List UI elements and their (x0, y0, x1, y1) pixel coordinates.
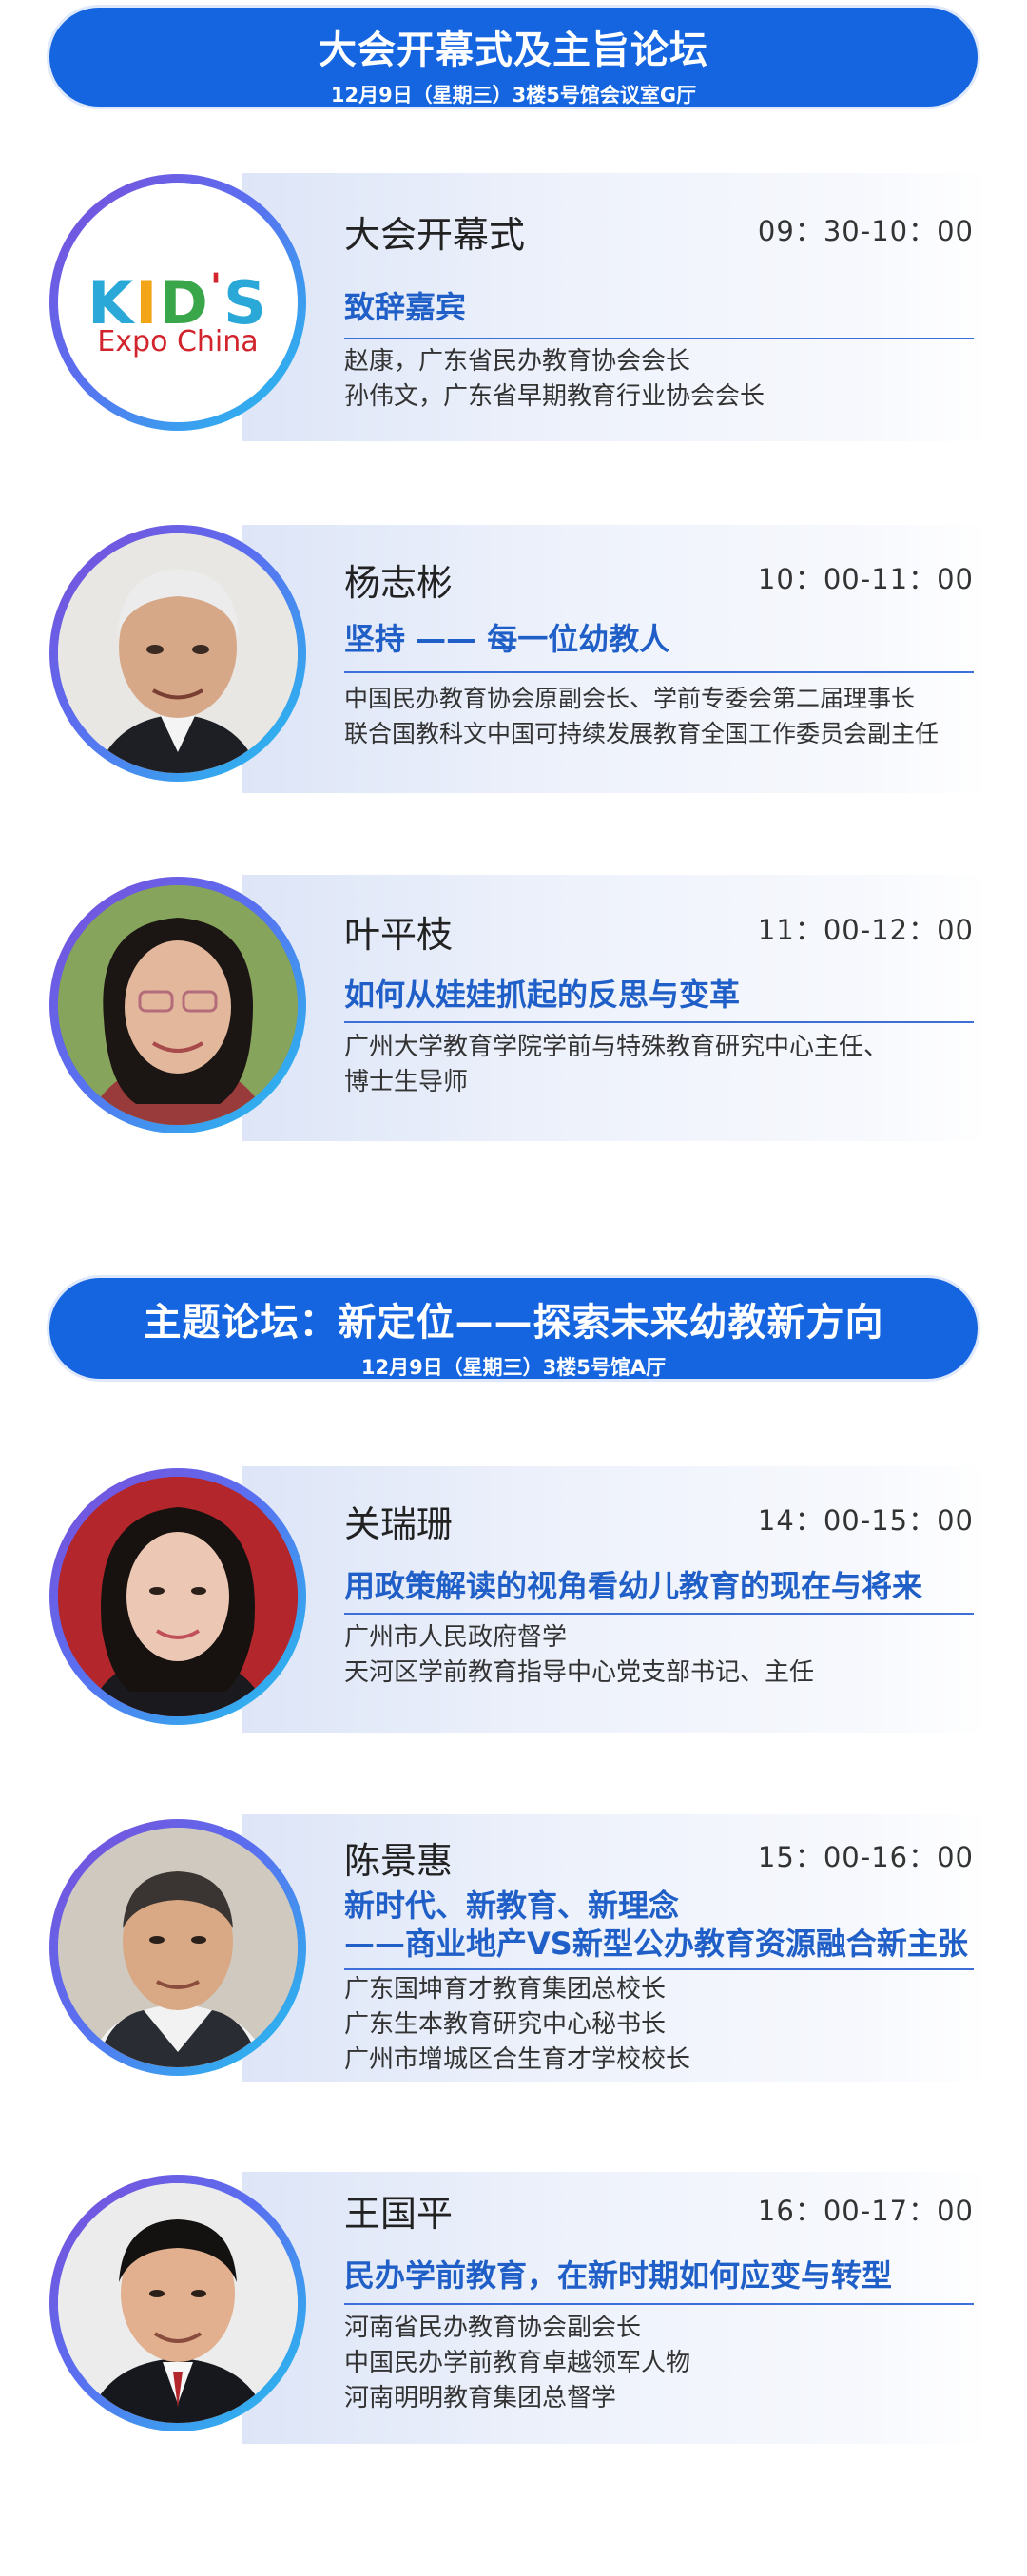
session-time: 09：30-10：00 (757, 215, 974, 247)
divider (344, 671, 974, 673)
banner-subtitle: 12月9日（星期三）3楼5号馆会议室G厅 (330, 84, 697, 107)
banner-subtitle: 12月9日（星期三）3楼5号馆A厅 (360, 1356, 667, 1379)
speaker-photo-avatar (49, 877, 306, 1133)
kids-expo-china-logo: KID'S Expo China (58, 183, 298, 422)
session-topic: 新时代、新教育、新理念 ——商业地产VS新型公办教育资源融合新主张 (344, 1888, 968, 1962)
session-time: 11：00-12：00 (757, 914, 974, 946)
session-topic: 用政策解读的视角看幼儿教育的现在与将来 (344, 1568, 923, 1604)
session-desc: 河南省民办教育协会副会长 中国民办学前教育卓越领军人物 河南明明教育集团总督学 (344, 2314, 691, 2412)
session-name: 关瑞珊 (344, 1503, 454, 1545)
session-time: 15：00-16：00 (757, 1841, 974, 1873)
session-time: 16：00-17：00 (757, 2195, 974, 2227)
session-time: 10：00-11：00 (757, 563, 974, 595)
session-desc: 赵康，广东省民办教育协会会长 孙伟文，广东省早期教育行业协会会长 (344, 347, 765, 411)
session-name: 陈景惠 (344, 1840, 454, 1882)
speaker-portrait-icon (58, 2183, 298, 2423)
divider (344, 338, 974, 339)
speaker-photo-avatar (49, 2175, 306, 2431)
banner-title: 主题论坛：新定位——探索未来幼教新方向 (143, 1301, 884, 1345)
speaker-photo-avatar (49, 1468, 306, 1725)
session-topic: 坚持 —— 每一位幼教人 (344, 621, 670, 657)
session-desc: 广东国坤育才教育集团总校长 广东生本教育研究中心秘书长 广州市增城区合生育才学校… (344, 1975, 691, 2074)
speaker-portrait-icon (58, 533, 298, 773)
section-banner-opening: 大会开幕式及主旨论坛 12月9日（星期三）3楼5号馆会议室G厅 (49, 8, 978, 107)
speaker-portrait-icon (58, 1477, 298, 1716)
session-topic: 致辞嘉宾 (344, 289, 467, 325)
speaker-photo-avatar (49, 525, 306, 782)
session-desc: 中国民办教育协会原副会长、学前专委会第二届理事长 联合国教科文中国可持续发展教育… (344, 685, 940, 747)
divider (344, 2303, 974, 2305)
section-banner-theme-forum: 主题论坛：新定位——探索未来幼教新方向 12月9日（星期三）3楼5号馆A厅 (49, 1278, 978, 1379)
banner-title: 大会开幕式及主旨论坛 (319, 29, 708, 72)
session-desc: 广州市人民政府督学 天河区学前教育指导中心党支部书记、主任 (344, 1623, 815, 1687)
session-name: 叶平枝 (344, 914, 454, 956)
speaker-photo-avatar (49, 1819, 306, 2076)
divider (344, 1021, 974, 1023)
speaker-portrait-icon (58, 885, 298, 1125)
session-name: 大会开幕式 (344, 214, 526, 256)
session-time: 14：00-15：00 (757, 1504, 974, 1537)
session-name: 杨志彬 (344, 562, 454, 604)
divider (344, 1968, 974, 1970)
session-desc: 广州大学教育学院学前与特殊教育研究中心主任、 博士生导师 (344, 1033, 889, 1096)
divider (344, 1613, 974, 1615)
kids-expo-logo-avatar: KID'S Expo China (49, 174, 306, 431)
session-topic: 民办学前教育，在新时期如何应变与转型 (344, 2257, 893, 2294)
speaker-portrait-icon (58, 1828, 298, 2067)
session-name: 王国平 (344, 2193, 454, 2235)
session-topic: 如何从娃娃抓起的反思与变革 (344, 977, 741, 1013)
